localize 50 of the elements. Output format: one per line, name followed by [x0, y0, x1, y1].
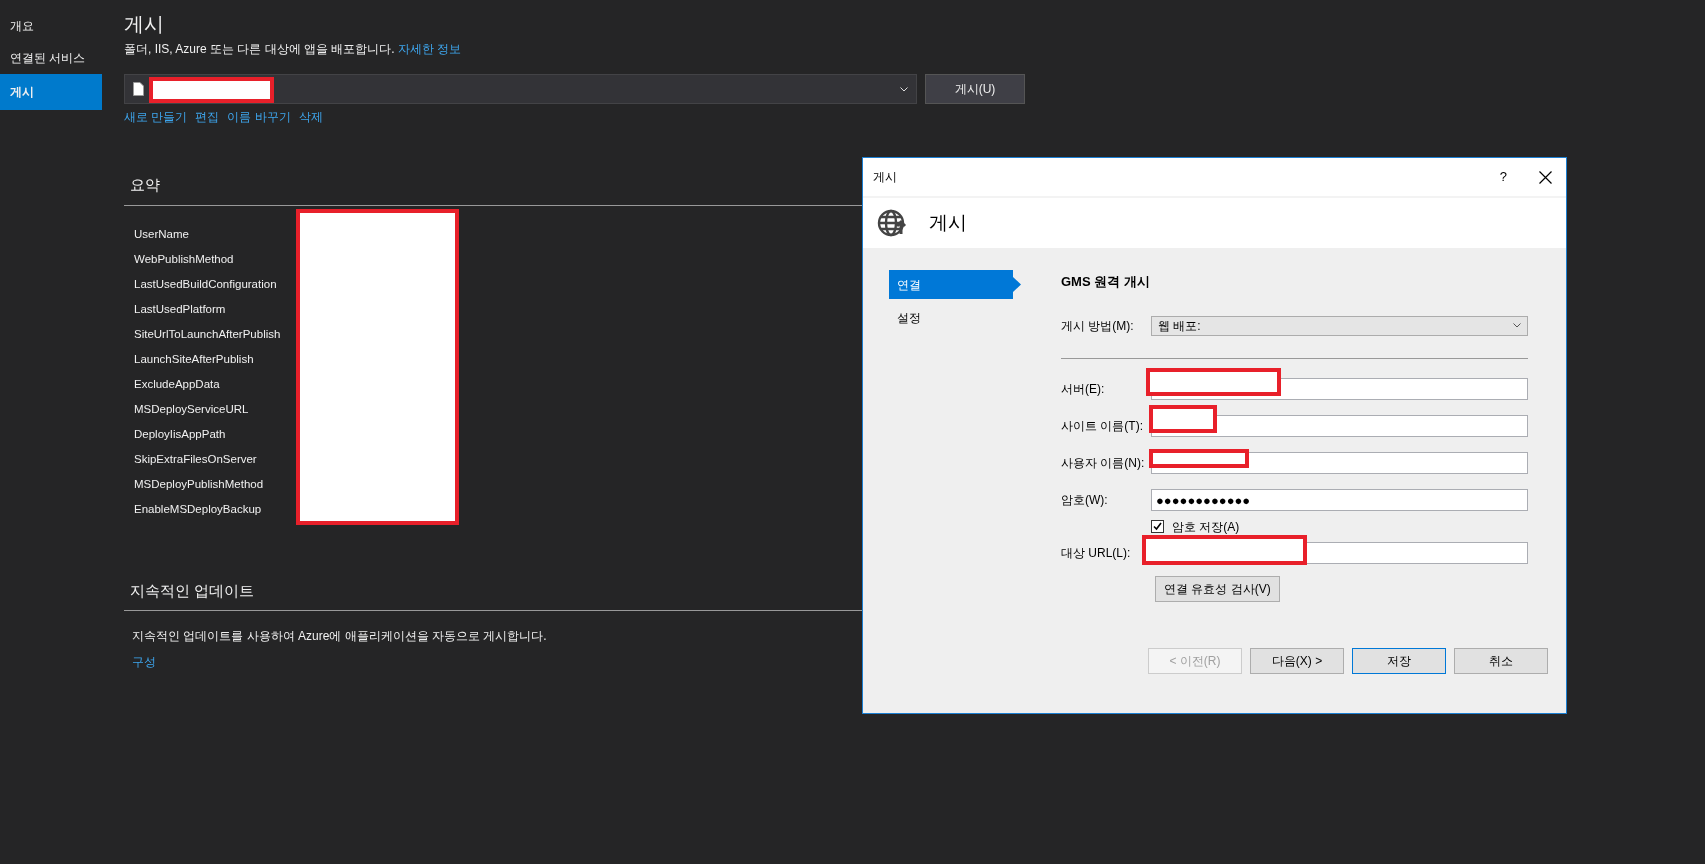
- profile-action-link[interactable]: 삭제: [298, 108, 323, 126]
- property-name: DeployIisAppPath: [133, 426, 227, 442]
- close-icon[interactable]: [1539, 170, 1552, 184]
- checkbox[interactable]: [1151, 520, 1164, 533]
- globe-icon: [877, 208, 909, 238]
- field-label: 게시 방법(M):: [1061, 317, 1135, 335]
- dialog-button[interactable]: 다음(X) >: [1250, 647, 1344, 674]
- dialog-nav-item[interactable]: 설정: [889, 303, 1021, 332]
- validate-connection-button[interactable]: 연결 유효성 검사(V): [1155, 575, 1280, 602]
- profile-action-link[interactable]: 이름 바꾸기: [227, 108, 291, 126]
- profile-action-link[interactable]: 새로 만들기: [124, 108, 188, 126]
- property-name: SkipExtraFilesOnServer: [133, 451, 258, 467]
- sidebar-item[interactable]: 연결된 서비스: [0, 42, 102, 74]
- field-label: 사용자 이름(N):: [1061, 455, 1146, 472]
- publish-method-dropdown[interactable]: 웹 배포:: [1151, 315, 1528, 336]
- configure-link[interactable]: 구성: [132, 655, 156, 669]
- field-label: 사이트 이름(T):: [1061, 418, 1144, 435]
- publish-button[interactable]: 게시(U): [925, 74, 1025, 104]
- field-label: 대상 URL(L):: [1061, 545, 1132, 562]
- dialog-button[interactable]: 취소: [1454, 647, 1548, 674]
- field-label: 서버(E):: [1061, 381, 1106, 398]
- profile-dropdown[interactable]: [124, 74, 917, 104]
- learn-more-link[interactable]: 자세한 정보: [398, 42, 462, 56]
- dialog-heading: 게시: [929, 210, 967, 235]
- profile-name: GMS 원격 개시: [1061, 273, 1151, 291]
- property-name: EnableMSDeployBackup: [133, 501, 263, 517]
- property-name: WebPublishMethod: [133, 251, 235, 267]
- page-description: 폴더, IIS, Azure 또는 다른 대상에 앱을 배포합니다. 자세한 정보: [124, 41, 463, 58]
- property-name: ExcludeAppData: [133, 376, 221, 392]
- property-name: MSDeployServiceURL: [133, 401, 250, 417]
- property-name: LaunchSiteAfterPublish: [133, 351, 255, 367]
- property-name: SiteUrlToLaunchAfterPublish: [133, 326, 282, 342]
- property-name: UserName: [133, 226, 190, 242]
- dialog-button[interactable]: 저장: [1352, 647, 1446, 674]
- page-title: 게시: [124, 12, 165, 36]
- section-description: 지속적인 업데이트를 사용하여 Azure에 애플리케이션을 자동으로 게시합니다.: [131, 628, 548, 645]
- checkbox-label: 암호 저장(A): [1172, 518, 1240, 536]
- dialog-nav-item[interactable]: 연결: [889, 270, 1021, 299]
- document-icon: [133, 82, 144, 96]
- profile-action-link[interactable]: 편집: [195, 108, 220, 126]
- sidebar-item[interactable]: 개요: [0, 10, 102, 42]
- property-name: LastUsedPlatform: [133, 301, 227, 317]
- password-field[interactable]: ●●●●●●●●●●●●: [1151, 489, 1528, 511]
- help-button[interactable]: ?: [1493, 166, 1513, 188]
- chevron-down-icon: [1513, 323, 1521, 328]
- field-label: 암호(W):: [1061, 492, 1109, 509]
- sidebar-item[interactable]: 게시: [0, 74, 102, 110]
- property-name: LastUsedBuildConfiguration: [133, 276, 278, 292]
- property-name: MSDeployPublishMethod: [133, 476, 265, 492]
- chevron-down-icon: [900, 86, 908, 92]
